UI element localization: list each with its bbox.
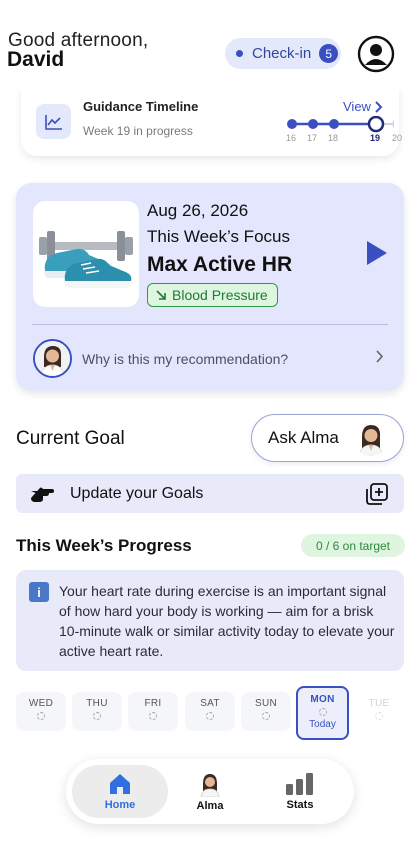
day-chip-tue[interactable]: TUE	[354, 692, 404, 731]
day-label: FRI	[144, 698, 162, 709]
stats-icon	[286, 773, 313, 795]
trend-chart-icon	[36, 104, 71, 139]
day-selector: WED THU FRI SAT SUN MON Today TUE	[0, 682, 420, 742]
week-label: 17	[307, 133, 318, 143]
day-chip-fri[interactable]: FRI	[128, 692, 178, 731]
home-icon	[110, 774, 130, 794]
today-label: Today	[309, 719, 336, 730]
day-status-dot	[262, 712, 270, 720]
nav-home-label: Home	[104, 799, 136, 811]
user-name: David	[7, 48, 65, 71]
progress-info-text: Your heart rate during exercise is an im…	[59, 583, 395, 659]
nav-alma[interactable]: Alma	[162, 765, 258, 818]
day-status-dot	[149, 712, 157, 720]
day-status-dot	[318, 708, 327, 716]
status-dot	[236, 50, 243, 57]
day-chip-wed[interactable]: WED	[16, 692, 66, 731]
day-status-dot	[37, 712, 45, 720]
timeline-steps: 16 17 18 19 20	[284, 116, 402, 146]
day-label: SUN	[254, 698, 277, 709]
chevron-right-icon	[375, 100, 383, 113]
checkin-label: Check-in	[252, 45, 312, 62]
week-label: 20	[392, 133, 403, 143]
timeline-subtitle: Week 19 in progress	[83, 124, 193, 138]
week-label-current: 19	[370, 133, 381, 143]
pointing-hand-icon	[30, 483, 56, 508]
day-chip-thu[interactable]: THU	[72, 692, 122, 731]
day-label: MON	[310, 694, 335, 705]
header: Good afternoon, David Check-in 5	[0, 0, 420, 90]
weekly-focus-card[interactable]: Aug 26, 2026 This Week’s Focus Max Activ…	[16, 183, 404, 391]
day-label: THU	[86, 698, 108, 709]
bottom-nav: Home Alma Stats	[66, 759, 354, 824]
arrow-down-right-icon	[156, 290, 166, 300]
checkin-button[interactable]: Check-in 5	[225, 38, 341, 69]
day-label: TUE	[368, 698, 390, 709]
day-chip-sun[interactable]: SUN	[241, 692, 291, 731]
progress-info-card: i Your heart rate during exercise is an …	[16, 570, 404, 671]
update-goals-label: Update your Goals	[70, 485, 204, 502]
on-target-badge: 0 / 6 on target	[301, 534, 405, 557]
sneakers-dumbbell-illustration	[33, 201, 139, 307]
view-label: View	[343, 99, 371, 114]
nav-alma-label: Alma	[196, 800, 224, 812]
day-chip-mon-today[interactable]: MON Today	[296, 686, 349, 740]
ask-alma-label: Ask Alma	[268, 428, 339, 447]
week-label: 16	[286, 133, 297, 143]
nav-home[interactable]: Home	[72, 765, 168, 818]
add-copy-icon	[365, 482, 389, 511]
day-status-dot	[206, 712, 214, 720]
alma-avatar	[200, 774, 220, 797]
divider	[32, 324, 388, 325]
day-label: WED	[28, 698, 54, 709]
weekly-progress-heading: This Week’s Progress	[16, 536, 192, 555]
day-label: SAT	[200, 698, 220, 709]
play-icon[interactable]	[364, 238, 390, 268]
day-status-dot	[375, 712, 383, 720]
timeline-title: Guidance Timeline	[83, 99, 199, 114]
timeline-view-link[interactable]: View	[343, 99, 383, 114]
current-goal-heading: Current Goal	[16, 428, 125, 449]
blood-pressure-tag: Blood Pressure	[147, 283, 278, 307]
checkin-count-badge: 5	[319, 44, 339, 63]
nav-stats[interactable]: Stats	[252, 765, 348, 818]
profile-icon[interactable]	[357, 35, 395, 73]
ask-alma-button[interactable]: Ask Alma	[251, 414, 404, 462]
week-label: 18	[328, 133, 339, 143]
chevron-right-icon[interactable]	[376, 350, 384, 368]
focus-date: Aug 26, 2026	[147, 201, 249, 220]
focus-title: Max Active HR	[147, 253, 293, 276]
why-recommendation-link[interactable]: Why is this my recommendation?	[82, 351, 288, 367]
focus-subtitle: This Week’s Focus	[147, 227, 290, 246]
guidance-timeline-card[interactable]: Guidance Timeline Week 19 in progress Vi…	[21, 86, 402, 156]
info-icon: i	[29, 582, 49, 602]
day-status-dot	[93, 712, 101, 720]
coach-avatar	[33, 339, 72, 378]
day-chip-sat[interactable]: SAT	[185, 692, 235, 731]
tag-label: Blood Pressure	[172, 287, 268, 303]
alma-avatar	[353, 420, 389, 456]
nav-stats-label: Stats	[286, 799, 314, 811]
update-goals-button[interactable]: Update your Goals	[16, 474, 404, 513]
